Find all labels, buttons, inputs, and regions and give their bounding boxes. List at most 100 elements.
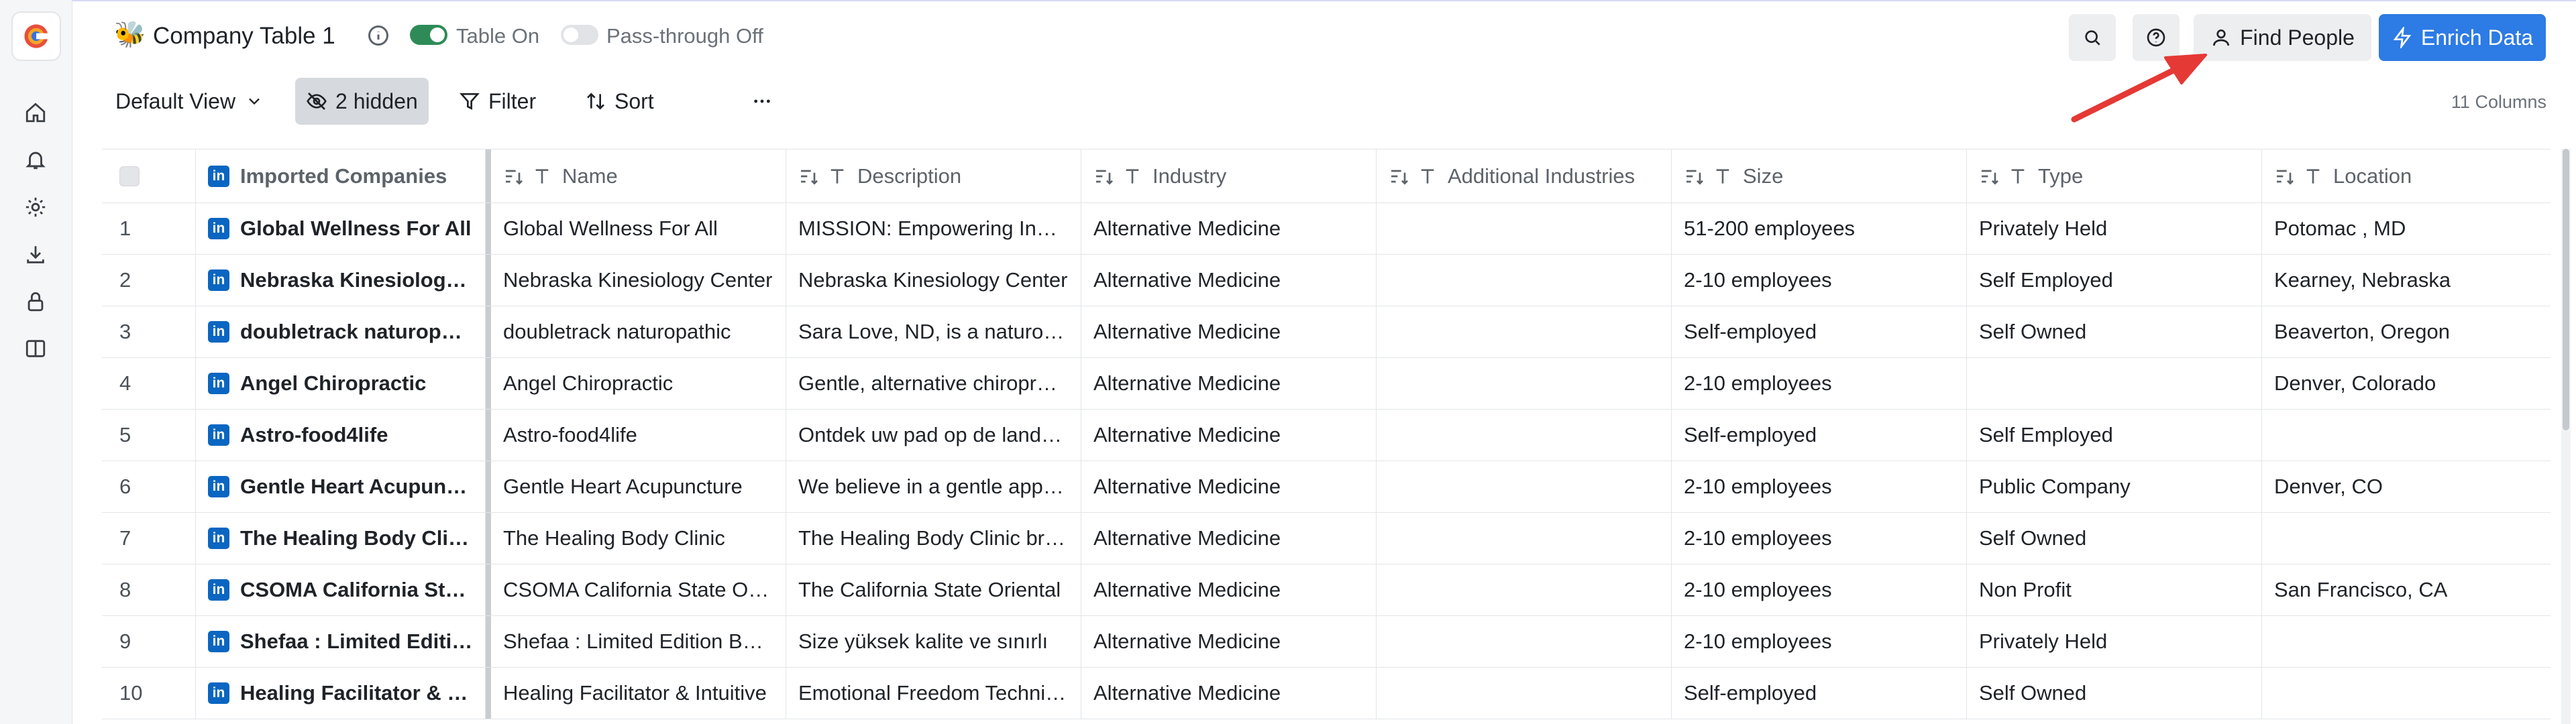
cell-size[interactable]: 51-200 employees xyxy=(1672,203,1967,254)
cell-description[interactable]: Sara Love, ND, is a naturopathic xyxy=(786,306,1081,357)
cell-name[interactable]: Global Wellness For All xyxy=(491,203,786,254)
cell-industry[interactable]: Alternative Medicine xyxy=(1081,461,1377,512)
cell-name[interactable]: CSOMA California State Oriental xyxy=(491,564,786,615)
cell-imported[interactable]: in The Healing Body Clinic xyxy=(196,513,486,564)
cell-imported[interactable]: in Shefaa : Limited Edition Beauty xyxy=(196,616,486,667)
cell-description[interactable]: We believe in a gentle approach xyxy=(786,461,1081,512)
cell-location[interactable]: Potomac , MD xyxy=(2262,203,2551,254)
cell-location[interactable]: Kearney, Nebraska xyxy=(2262,255,2551,306)
cell-name[interactable]: Astro-food4life xyxy=(491,410,786,461)
cell-location[interactable] xyxy=(2262,410,2551,461)
cell-additional[interactable] xyxy=(1377,203,1672,254)
bell-icon[interactable] xyxy=(21,145,50,174)
column-header-size[interactable]: Size xyxy=(1672,149,1967,202)
scrollbar-thumb[interactable] xyxy=(2563,149,2569,430)
cell-size[interactable]: Self-employed xyxy=(1672,410,1967,461)
linkedin-icon[interactable]: in xyxy=(208,218,229,239)
column-header-type[interactable]: Type xyxy=(1967,149,2262,202)
cell-industry[interactable]: Alternative Medicine xyxy=(1081,410,1377,461)
cell-size[interactable]: 2-10 employees xyxy=(1672,461,1967,512)
cell-type[interactable]: Self Owned xyxy=(1967,668,2262,719)
linkedin-icon[interactable]: in xyxy=(208,476,229,497)
cell-type[interactable]: Privately Held xyxy=(1967,203,2262,254)
cell-location[interactable]: Denver, CO xyxy=(2262,461,2551,512)
row-number-cell[interactable]: 8 xyxy=(102,564,196,615)
cell-location[interactable]: Beaverton, Oregon xyxy=(2262,306,2551,357)
page-title[interactable]: Company Table 1 xyxy=(153,21,335,51)
cell-name[interactable]: Shefaa : Limited Edition Beauty xyxy=(491,616,786,667)
cell-imported[interactable]: in CSOMA California State Oriental xyxy=(196,564,486,615)
cell-additional[interactable] xyxy=(1377,358,1672,409)
cell-size[interactable]: Self-employed xyxy=(1672,306,1967,357)
cell-imported[interactable]: in Nebraska Kinesiology Center xyxy=(196,255,486,306)
linkedin-icon[interactable]: in xyxy=(208,528,229,549)
cell-name[interactable]: doubletrack naturopathic xyxy=(491,306,786,357)
cell-location[interactable]: San Francisco, CA xyxy=(2262,564,2551,615)
cell-size[interactable]: 2-10 employees xyxy=(1672,255,1967,306)
cell-industry[interactable]: Alternative Medicine xyxy=(1081,203,1377,254)
more-options-button[interactable] xyxy=(741,78,784,125)
row-number-cell[interactable]: 1 xyxy=(102,203,196,254)
cell-description[interactable]: MISSION: Empowering Individuals xyxy=(786,203,1081,254)
gear-icon[interactable] xyxy=(21,192,50,222)
table-row[interactable]: 10 in Healing Facilitator & Intuitive Heali… xyxy=(102,668,2551,719)
table-row[interactable]: 1 in Global Wellness For All Global Wellnes… xyxy=(102,203,2551,255)
cell-name[interactable]: Healing Facilitator & Intuitive xyxy=(491,668,786,719)
table-row[interactable]: 2 in Nebraska Kinesiology Center Nebraska K… xyxy=(102,255,2551,306)
cell-type[interactable]: Privately Held xyxy=(1967,616,2262,667)
cell-industry[interactable]: Alternative Medicine xyxy=(1081,564,1377,615)
cell-size[interactable]: 2-10 employees xyxy=(1672,358,1967,409)
cell-type[interactable]: Public Company xyxy=(1967,461,2262,512)
cell-name[interactable]: The Healing Body Clinic xyxy=(491,513,786,564)
search-button[interactable] xyxy=(2069,14,2116,61)
cell-industry[interactable]: Alternative Medicine xyxy=(1081,255,1377,306)
linkedin-icon[interactable]: in xyxy=(208,579,229,601)
cell-imported[interactable]: in Global Wellness For All xyxy=(196,203,486,254)
column-header-additional-industries[interactable]: Additional Industries xyxy=(1377,149,1672,202)
table-toggle[interactable] xyxy=(410,25,447,45)
cell-type[interactable]: Non Profit xyxy=(1967,564,2262,615)
cell-name[interactable]: Nebraska Kinesiology Center xyxy=(491,255,786,306)
cell-description[interactable]: Ontdek uw pad op de landkaart xyxy=(786,410,1081,461)
filter-button[interactable]: Filter xyxy=(448,78,547,125)
linkedin-icon[interactable]: in xyxy=(208,631,229,652)
linkedin-icon[interactable]: in xyxy=(208,424,229,446)
select-all-cell[interactable] xyxy=(102,149,196,202)
row-number-cell[interactable]: 3 xyxy=(102,306,196,357)
cell-description[interactable]: The Healing Body Clinic brings xyxy=(786,513,1081,564)
linkedin-icon[interactable]: in xyxy=(208,269,229,291)
row-number-cell[interactable]: 9 xyxy=(102,616,196,667)
cell-name[interactable]: Gentle Heart Acupuncture xyxy=(491,461,786,512)
cell-imported[interactable]: in Astro-food4life xyxy=(196,410,486,461)
row-number-cell[interactable]: 7 xyxy=(102,513,196,564)
cell-type[interactable]: Self Employed xyxy=(1967,255,2262,306)
cell-name[interactable]: Angel Chiropractic xyxy=(491,358,786,409)
row-number-cell[interactable]: 10 xyxy=(102,668,196,719)
cell-industry[interactable]: Alternative Medicine xyxy=(1081,668,1377,719)
cell-additional[interactable] xyxy=(1377,616,1672,667)
column-header-imported[interactable]: in Imported Companies xyxy=(196,149,486,202)
cell-additional[interactable] xyxy=(1377,513,1672,564)
linkedin-icon[interactable]: in xyxy=(208,373,229,394)
cell-size[interactable]: Self-employed xyxy=(1672,668,1967,719)
row-number-cell[interactable]: 4 xyxy=(102,358,196,409)
sort-button[interactable]: Sort xyxy=(574,78,665,125)
table-row[interactable]: 3 in doubletrack naturopathic doubletrack n… xyxy=(102,306,2551,358)
column-header-industry[interactable]: Industry xyxy=(1081,149,1377,202)
row-number-cell[interactable]: 5 xyxy=(102,410,196,461)
row-number-cell[interactable]: 2 xyxy=(102,255,196,306)
cell-description[interactable]: Size yüksek kalite ve sınırlı xyxy=(786,616,1081,667)
passthrough-toggle[interactable] xyxy=(561,25,598,45)
download-icon[interactable] xyxy=(21,240,50,269)
cell-location[interactable] xyxy=(2262,668,2551,719)
cell-additional[interactable] xyxy=(1377,410,1672,461)
cell-imported[interactable]: in doubletrack naturopathic xyxy=(196,306,486,357)
linkedin-icon[interactable]: in xyxy=(208,321,229,343)
cell-imported[interactable]: in Angel Chiropractic xyxy=(196,358,486,409)
linkedin-icon[interactable]: in xyxy=(208,682,229,704)
view-selector[interactable]: Default View xyxy=(105,78,274,125)
hidden-columns-button[interactable]: 2 hidden xyxy=(295,78,429,125)
cell-imported[interactable]: in Healing Facilitator & Intuitive xyxy=(196,668,486,719)
column-header-name[interactable]: Name xyxy=(491,149,786,202)
cell-size[interactable]: 2-10 employees xyxy=(1672,616,1967,667)
